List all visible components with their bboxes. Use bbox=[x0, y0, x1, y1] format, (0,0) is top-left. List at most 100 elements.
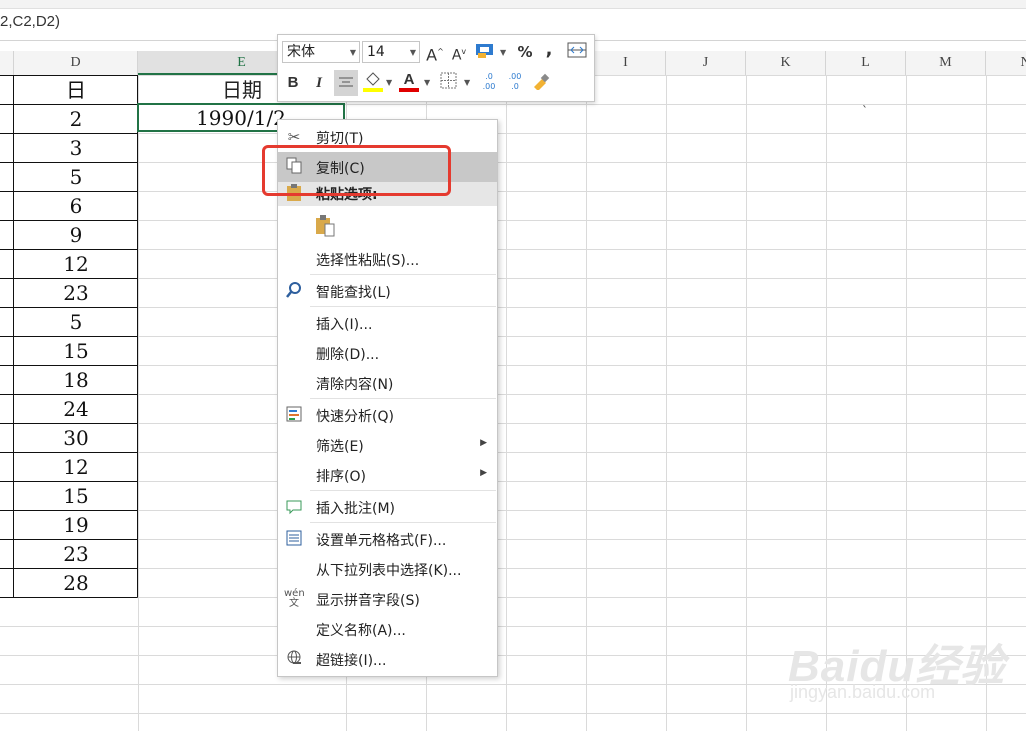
menu-item-clear-contents[interactable]: 清除内容(N) bbox=[278, 368, 497, 398]
cell-d[interactable]: 5 bbox=[14, 162, 138, 191]
cell-d[interactable]: 12 bbox=[14, 249, 138, 278]
menu-item-label: 智能查找(L) bbox=[316, 285, 391, 301]
grow-font-button[interactable]: A^ bbox=[424, 41, 446, 65]
cell-d[interactable]: 18 bbox=[14, 365, 138, 394]
chevron-down-icon[interactable]: ▼ bbox=[386, 78, 392, 87]
align-center-button[interactable] bbox=[334, 70, 358, 96]
borders-button[interactable] bbox=[438, 72, 460, 94]
font-color-swatch bbox=[399, 88, 419, 92]
cell-d[interactable]: 5 bbox=[14, 307, 138, 336]
column-header-m[interactable]: M bbox=[906, 51, 986, 75]
cell-d1-header[interactable]: 日 bbox=[14, 75, 138, 104]
menu-item-insert[interactable]: 插入(I)... bbox=[278, 308, 497, 338]
menu-item-paste-special[interactable]: 选择性粘贴(S)... bbox=[278, 244, 497, 274]
magnifier-icon bbox=[284, 281, 304, 301]
cell-d[interactable]: 12 bbox=[14, 452, 138, 481]
menu-item-label: 排序(O) bbox=[316, 469, 366, 485]
cell-d[interactable]: 19 bbox=[14, 510, 138, 539]
paint-bucket-icon bbox=[363, 72, 383, 92]
annotation-highlight-box bbox=[262, 145, 451, 196]
font-name-value: 宋体 bbox=[287, 44, 315, 60]
cell-d[interactable]: 28 bbox=[14, 568, 138, 597]
column-header-j[interactable]: J bbox=[666, 51, 746, 75]
menu-item-phonetic[interactable]: wén 文 显示拼音字段(S) bbox=[278, 584, 497, 614]
submenu-arrow-icon: ▶ bbox=[480, 438, 487, 448]
menu-separator bbox=[310, 274, 496, 275]
menu-item-label: 清除内容(N) bbox=[316, 377, 394, 393]
accounting-format-button[interactable] bbox=[474, 41, 496, 63]
menu-item-define-name[interactable]: 定义名称(A)... bbox=[278, 614, 497, 644]
menu-separator bbox=[310, 490, 496, 491]
comment-icon bbox=[284, 497, 304, 517]
paste-option-row bbox=[278, 208, 497, 242]
merge-center-icon bbox=[567, 42, 587, 58]
column-header-c[interactable] bbox=[0, 51, 14, 75]
cell-d[interactable]: 23 bbox=[14, 539, 138, 568]
phonetic-icon: wén 文 bbox=[284, 588, 305, 609]
menu-item-hyperlink[interactable]: 超链接(I)... bbox=[278, 644, 497, 674]
chevron-down-icon[interactable]: ▼ bbox=[500, 48, 506, 57]
percent-button[interactable]: % bbox=[514, 41, 536, 63]
column-header-k[interactable]: K bbox=[746, 51, 826, 75]
cell-d[interactable]: 2 bbox=[14, 104, 138, 133]
menu-item-label: 定义名称(A)... bbox=[316, 623, 406, 639]
paste-icon[interactable] bbox=[314, 214, 335, 237]
bold-button[interactable]: B bbox=[282, 72, 304, 94]
menu-item-label: 设置单元格格式(F)... bbox=[316, 533, 447, 549]
submenu-arrow-icon: ▶ bbox=[480, 468, 487, 478]
cell-d[interactable]: 23 bbox=[14, 278, 138, 307]
decrease-decimal-button[interactable]: .00.0 bbox=[504, 72, 526, 94]
menu-item-label: 快速分析(Q) bbox=[316, 409, 394, 425]
menu-item-label: 选择性粘贴(S)... bbox=[316, 253, 420, 269]
menu-item-pick-from-list[interactable]: 从下拉列表中选择(K)... bbox=[278, 554, 497, 584]
cell-d[interactable]: 30 bbox=[14, 423, 138, 452]
column-header-n[interactable]: N bbox=[986, 51, 1026, 75]
menu-item-label: 插入批注(M) bbox=[316, 501, 396, 517]
italic-button[interactable]: I bbox=[308, 72, 330, 94]
menu-separator bbox=[310, 522, 496, 523]
cell-l2[interactable]: ` bbox=[862, 104, 868, 118]
format-painter-icon bbox=[534, 73, 550, 91]
chevron-down-icon[interactable]: ▼ bbox=[464, 78, 470, 87]
cell-d[interactable]: 15 bbox=[14, 481, 138, 510]
menu-item-smart-lookup[interactable]: 智能查找(L) bbox=[278, 276, 497, 306]
menu-item-label: 超链接(I)... bbox=[316, 653, 387, 669]
mini-toolbar: 宋体 ▼ 14 ▼ A^ Av ▼ % , B I ▼ A ▼ ▼ .0.00 … bbox=[277, 34, 595, 102]
menu-item-format-cells[interactable]: 设置单元格格式(F)... bbox=[278, 524, 497, 554]
comma-style-button[interactable]: , bbox=[538, 39, 560, 61]
menu-item-filter[interactable]: 筛选(E) ▶ bbox=[278, 430, 497, 460]
grow-font-icon: A bbox=[426, 45, 438, 65]
menu-item-sort[interactable]: 排序(O) ▶ bbox=[278, 460, 497, 490]
cell-d[interactable]: 24 bbox=[14, 394, 138, 423]
formula-text[interactable]: 2,C2,D2) bbox=[0, 13, 60, 30]
cell-d[interactable]: 3 bbox=[14, 133, 138, 162]
chevron-down-icon: ▼ bbox=[349, 48, 356, 57]
hyperlink-icon bbox=[284, 649, 304, 669]
cell-d[interactable]: 15 bbox=[14, 336, 138, 365]
format-painter-button[interactable] bbox=[530, 72, 552, 94]
column-header-l[interactable]: L bbox=[826, 51, 906, 75]
increase-decimal-button[interactable]: .0.00 bbox=[478, 72, 500, 94]
chevron-down-icon: ▼ bbox=[409, 48, 416, 57]
shrink-font-button[interactable]: Av bbox=[448, 41, 470, 64]
menu-item-insert-comment[interactable]: 插入批注(M) bbox=[278, 492, 497, 522]
chevron-down-icon[interactable]: ▼ bbox=[424, 78, 430, 87]
font-color-button[interactable]: A bbox=[398, 69, 420, 92]
menu-item-quick-analysis[interactable]: 快速分析(Q) bbox=[278, 400, 497, 430]
merge-center-button[interactable] bbox=[566, 41, 588, 63]
ribbon-edge bbox=[0, 0, 1026, 9]
column-header-i[interactable]: I bbox=[586, 51, 666, 75]
column-header-d[interactable]: D bbox=[14, 51, 138, 75]
menu-item-delete[interactable]: 删除(D)... bbox=[278, 338, 497, 368]
font-name-select[interactable]: 宋体 ▼ bbox=[282, 41, 360, 63]
menu-separator bbox=[310, 398, 496, 399]
cell-d[interactable]: 6 bbox=[14, 191, 138, 220]
font-size-select[interactable]: 14 ▼ bbox=[362, 41, 420, 63]
menu-item-label: 显示拼音字段(S) bbox=[316, 593, 420, 609]
format-cells-icon bbox=[284, 529, 304, 549]
borders-icon bbox=[440, 72, 457, 89]
cell-d[interactable]: 9 bbox=[14, 220, 138, 249]
fill-color-button[interactable] bbox=[362, 69, 384, 92]
accounting-icon bbox=[476, 44, 493, 58]
font-color-icon: A bbox=[403, 71, 415, 88]
